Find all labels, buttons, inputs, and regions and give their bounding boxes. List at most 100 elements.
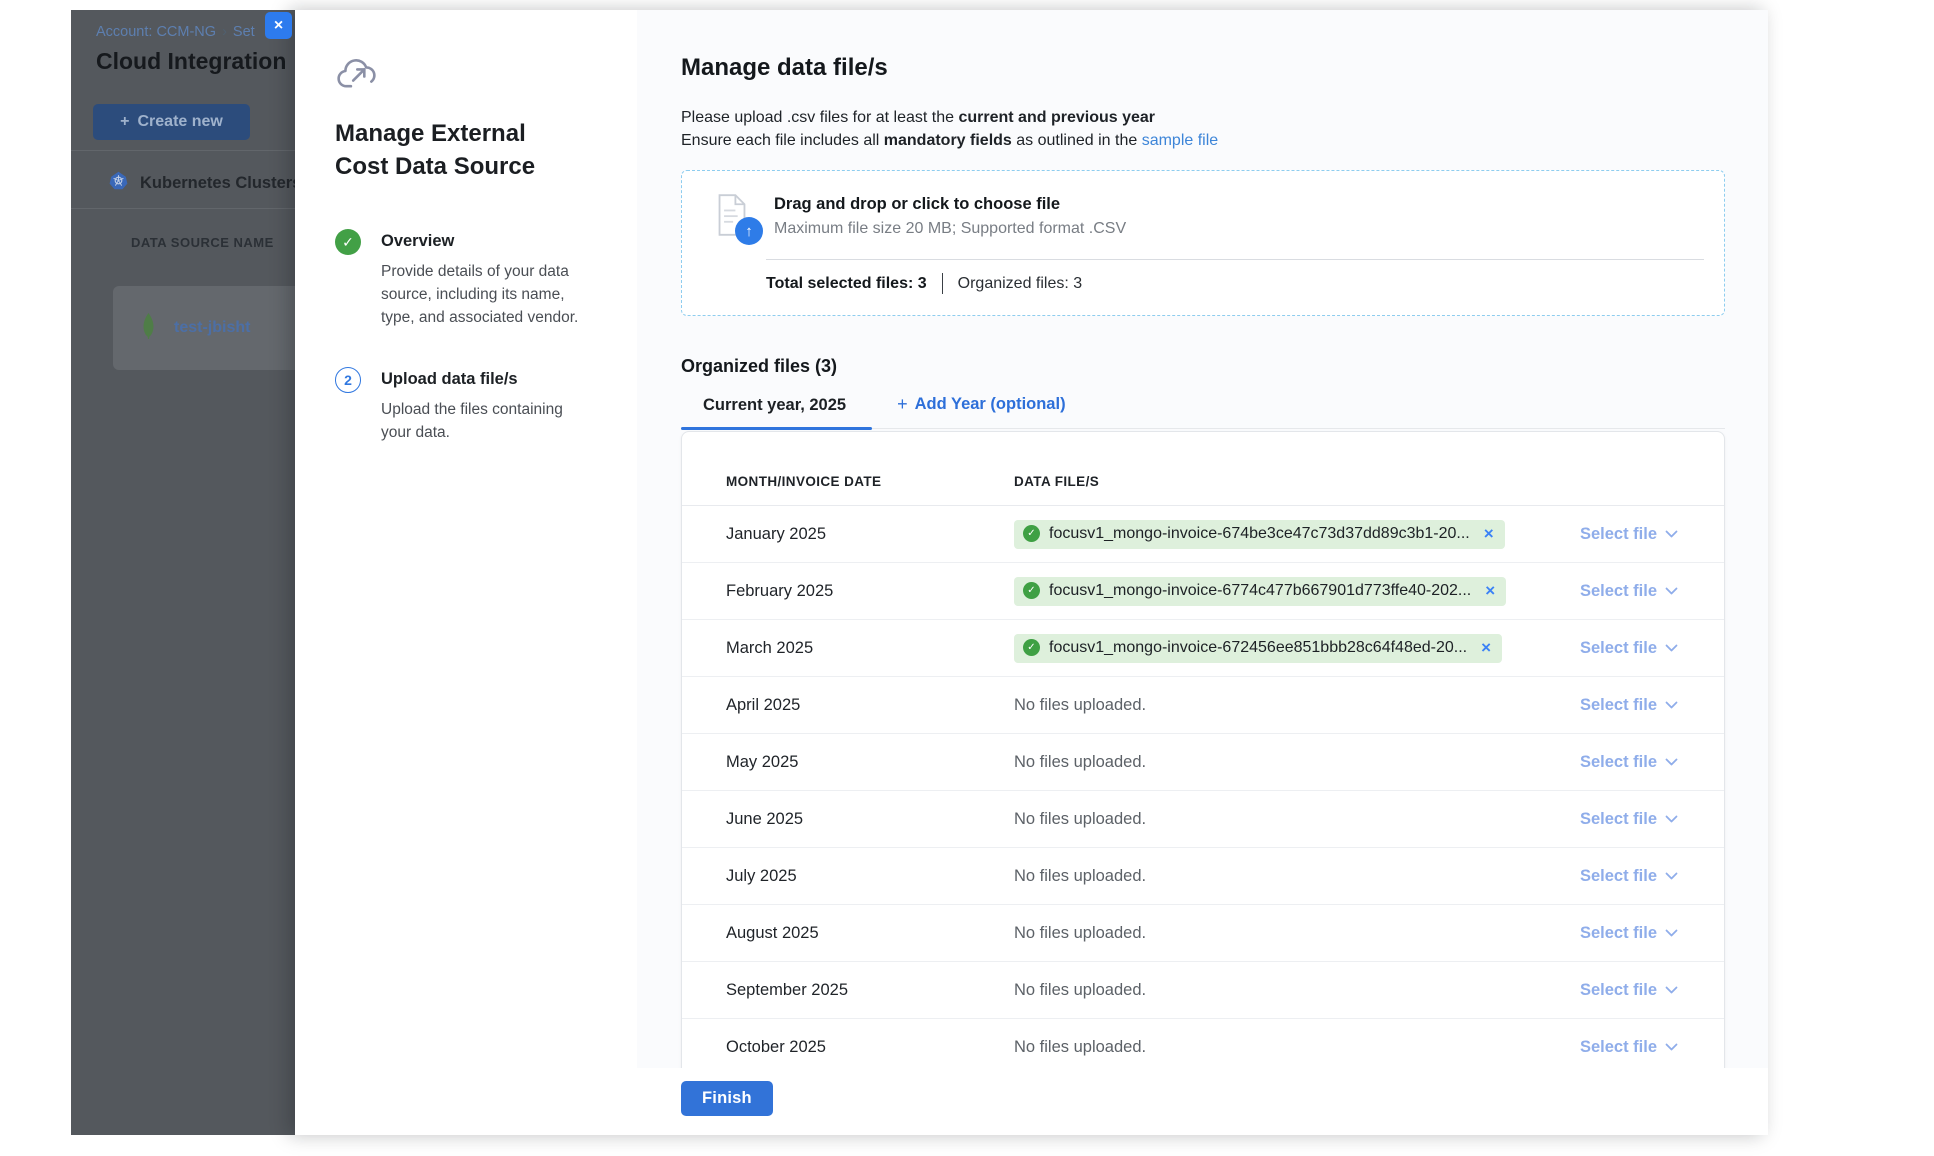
select-file-label: Select file (1580, 867, 1657, 886)
cloud-export-icon (337, 58, 599, 95)
select-file-dropdown[interactable]: Select file (1580, 867, 1678, 886)
data-file-cell: No files uploaded. (1014, 867, 1580, 886)
chevron-down-icon (1665, 587, 1678, 595)
select-file-dropdown[interactable]: Select file (1580, 753, 1678, 772)
month-label: September 2025 (726, 981, 1014, 1000)
select-file-dropdown[interactable]: Select file (1580, 810, 1678, 829)
chevron-down-icon (1665, 1043, 1678, 1051)
step-upload-data[interactable]: 2 Upload data file/s Upload the files co… (335, 367, 599, 444)
app-root: Account: CCM-NG›Set Cloud Integration + … (71, 10, 1768, 1135)
divider (942, 273, 943, 294)
tab-current-year[interactable]: Current year, 2025 (681, 396, 872, 428)
upload-instructions: Please upload .csv files for at least th… (681, 106, 1725, 152)
upload-document-icon: ↑ (715, 193, 755, 241)
no-files-text: No files uploaded. (1014, 924, 1146, 943)
select-file-dropdown[interactable]: Select file (1580, 981, 1678, 1000)
data-file-cell: No files uploaded. (1014, 1038, 1580, 1057)
tab-kubernetes-clusters[interactable]: Kubernetes Clusters (109, 171, 295, 195)
check-icon: ✓ (1023, 639, 1040, 656)
select-file-dropdown[interactable]: Select file (1580, 525, 1678, 544)
remove-file-icon[interactable]: × (1481, 639, 1491, 656)
data-source-row[interactable]: test-jbisht (113, 286, 295, 370)
add-year-button[interactable]: + Add Year (optional) (897, 394, 1065, 428)
month-label: May 2025 (726, 753, 1014, 772)
dropzone-subtitle: Maximum file size 20 MB; Supported forma… (774, 220, 1126, 238)
data-file-cell: No files uploaded. (1014, 753, 1580, 772)
check-icon: ✓ (1023, 525, 1040, 542)
file-chip: ✓ focusv1_mongo-invoice-674be3ce47c73d37… (1014, 520, 1505, 549)
organized-files-count: Organized files: 3 (958, 275, 1083, 293)
file-dropzone[interactable]: ↑ Drag and drop or click to choose file … (681, 170, 1725, 316)
breadcrumb-chevron-icon: › (222, 24, 227, 40)
month-label: February 2025 (726, 582, 1014, 601)
select-file-label: Select file (1580, 924, 1657, 943)
month-label: January 2025 (726, 525, 1014, 544)
chevron-down-icon (1665, 530, 1678, 538)
close-button[interactable]: × (265, 12, 292, 39)
chevron-down-icon (1665, 701, 1678, 709)
select-file-dropdown[interactable]: Select file (1580, 1038, 1678, 1057)
dimmed-background-page: Account: CCM-NG›Set Cloud Integration + … (71, 10, 295, 1135)
table-row: July 2025 No files uploaded. Select file (682, 848, 1724, 905)
year-tabs: Current year, 2025 + Add Year (optional) (681, 394, 1725, 429)
step-upload-label: Upload data file/s (381, 367, 589, 389)
step-number-badge: 2 (335, 367, 361, 393)
drawer-footer: Finish (637, 1068, 1768, 1135)
table-row: August 2025 No files uploaded. Select fi… (682, 905, 1724, 962)
remove-file-icon[interactable]: × (1484, 525, 1494, 542)
create-new-label: Create new (137, 113, 222, 131)
data-file-cell: No files uploaded. (1014, 924, 1580, 943)
step-overview-label: Overview (381, 229, 589, 251)
total-selected-files: Total selected files: 3 (766, 275, 927, 293)
steps-list: ✓ Overview Provide details of your data … (335, 229, 599, 444)
create-new-button[interactable]: + Create new (93, 104, 250, 140)
drawer-content: Manage data file/s Please upload .csv fi… (637, 10, 1768, 1135)
sample-file-link[interactable]: sample file (1142, 132, 1218, 149)
select-file-dropdown[interactable]: Select file (1580, 696, 1678, 715)
month-label: August 2025 (726, 924, 1014, 943)
select-file-dropdown[interactable]: Select file (1580, 924, 1678, 943)
select-file-dropdown[interactable]: Select file (1580, 582, 1678, 601)
no-files-text: No files uploaded. (1014, 810, 1146, 829)
select-file-label: Select file (1580, 696, 1657, 715)
month-label: April 2025 (726, 696, 1014, 715)
select-file-dropdown[interactable]: Select file (1580, 639, 1678, 658)
finish-button[interactable]: Finish (681, 1081, 773, 1116)
breadcrumb: Account: CCM-NG › Set (96, 24, 255, 40)
drawer-title: Manage External Cost Data Source (335, 117, 585, 183)
select-file-label: Select file (1580, 753, 1657, 772)
step-overview[interactable]: ✓ Overview Provide details of your data … (335, 229, 599, 329)
mongodb-leaf-icon (141, 313, 156, 344)
breadcrumb-account-link[interactable]: Account: CCM-NG (96, 24, 216, 40)
breadcrumb-trail[interactable]: Set (233, 24, 255, 40)
dropzone-title: Drag and drop or click to choose file (774, 193, 1126, 214)
file-name: focusv1_mongo-invoice-6774c477b667901d77… (1049, 582, 1471, 600)
step-upload-description: Upload the files containing your data. (381, 398, 589, 444)
file-chip: ✓ focusv1_mongo-invoice-6774c477b667901d… (1014, 577, 1506, 606)
chevron-down-icon (1665, 872, 1678, 880)
data-file-cell: No files uploaded. (1014, 696, 1580, 715)
plus-icon: + (120, 113, 129, 131)
manage-data-source-drawer: × Manage External Cost Data Source ✓ Ove… (295, 10, 1768, 1135)
remove-file-icon[interactable]: × (1485, 582, 1495, 599)
file-chip: ✓ focusv1_mongo-invoice-672456ee851bbb28… (1014, 634, 1502, 663)
select-file-label: Select file (1580, 639, 1657, 658)
data-source-link[interactable]: test-jbisht (174, 319, 250, 337)
table-row: September 2025 No files uploaded. Select… (682, 962, 1724, 1019)
step-done-check-icon: ✓ (335, 229, 361, 255)
file-totals: Total selected files: 3 Organized files:… (766, 273, 1704, 294)
stepper-panel: Manage External Cost Data Source ✓ Overv… (295, 10, 637, 1135)
no-files-text: No files uploaded. (1014, 981, 1146, 1000)
month-label: March 2025 (726, 639, 1014, 658)
months-table: MONTH/INVOICE DATE DATA FILE/S January 2… (681, 431, 1725, 1068)
no-files-text: No files uploaded. (1014, 696, 1146, 715)
divider (71, 150, 295, 151)
divider (71, 208, 295, 209)
step-overview-description: Provide details of your data source, inc… (381, 260, 589, 329)
check-icon: ✓ (1023, 582, 1040, 599)
data-file-cell: ✓ focusv1_mongo-invoice-6774c477b667901d… (1014, 577, 1580, 606)
table-row: April 2025 No files uploaded. Select fil… (682, 677, 1724, 734)
select-file-label: Select file (1580, 525, 1657, 544)
table-row: March 2025 ✓ focusv1_mongo-invoice-67245… (682, 620, 1724, 677)
data-source-name-header: DATA SOURCE NAME (131, 235, 274, 250)
